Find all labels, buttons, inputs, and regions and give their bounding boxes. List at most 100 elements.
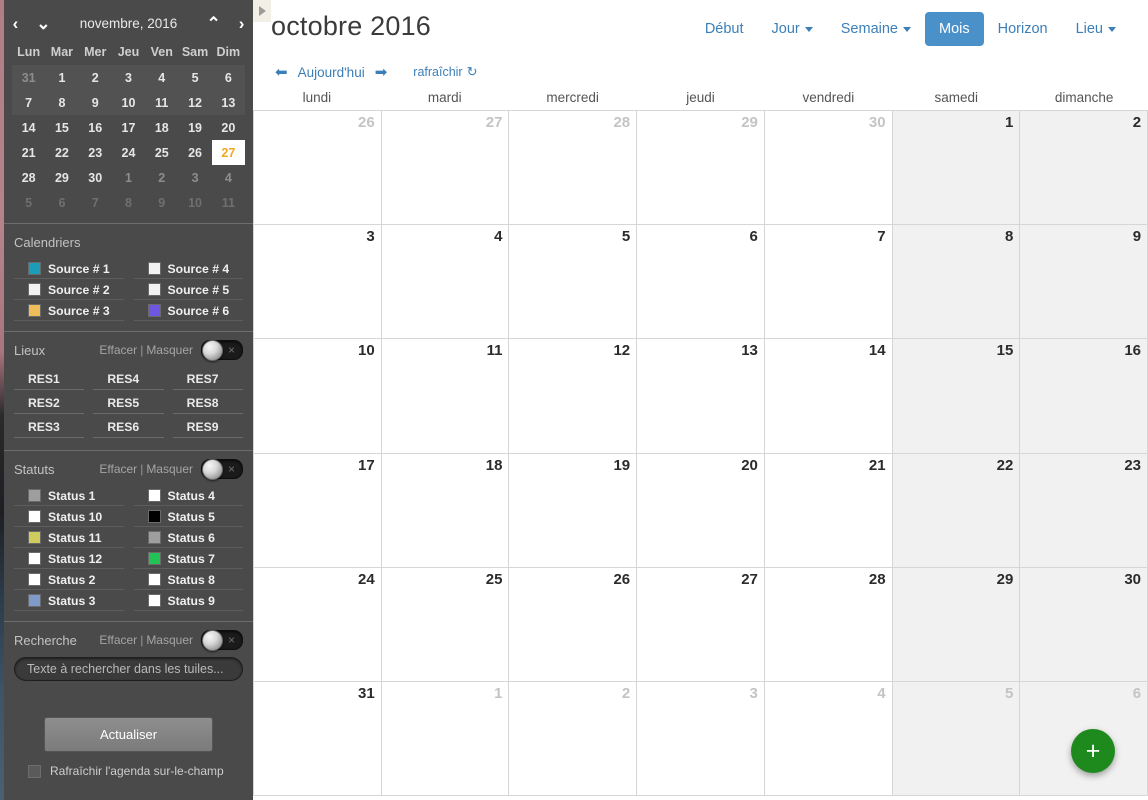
calendar-day-cell[interactable]: 13	[637, 339, 765, 453]
statut-item[interactable]: Status 8	[133, 570, 243, 590]
view-button-mois[interactable]: Mois	[924, 12, 984, 46]
mini-day[interactable]: 7	[79, 190, 112, 215]
mini-day[interactable]: 19	[178, 115, 211, 140]
mini-next-icon[interactable]: ›	[235, 13, 249, 34]
mini-day[interactable]: 5	[12, 190, 45, 215]
statut-item[interactable]: Status 6	[133, 528, 243, 548]
add-event-fab[interactable]: +	[1071, 729, 1115, 773]
calendar-day-cell[interactable]: 26	[509, 567, 638, 681]
calendar-day-cell[interactable]: 2	[1020, 111, 1148, 225]
calendar-day-cell[interactable]: 15	[892, 339, 1021, 453]
calendar-day-cell[interactable]: 18	[382, 453, 510, 567]
mini-day[interactable]: 9	[78, 90, 112, 115]
calendrier-item[interactable]: Source # 3	[14, 301, 124, 321]
mini-day[interactable]: 31	[12, 65, 46, 90]
calendar-day-cell[interactable]: 6	[637, 225, 765, 339]
calendar-day-cell[interactable]: 4	[382, 225, 510, 339]
calendar-day-cell[interactable]: 10	[254, 339, 382, 453]
lieu-item[interactable]: RES5	[93, 393, 164, 414]
mini-day[interactable]: 26	[178, 140, 211, 165]
view-button-semaine[interactable]: Semaine	[827, 12, 925, 46]
statuts-toggle-switch[interactable]: ×	[201, 459, 243, 480]
lieu-item[interactable]: RES7	[172, 369, 243, 390]
statut-item[interactable]: Status 3	[14, 591, 124, 611]
mini-day[interactable]: 14	[12, 115, 45, 140]
calendar-day-cell[interactable]: 29	[892, 567, 1021, 681]
calendar-day-cell[interactable]: 5	[892, 681, 1021, 796]
view-button-lieu[interactable]: Lieu	[1062, 12, 1130, 46]
lieu-item[interactable]: RES8	[172, 393, 243, 414]
statut-item[interactable]: Status 2	[14, 570, 124, 590]
mini-day[interactable]: 4	[145, 65, 179, 90]
actualiser-button[interactable]: Actualiser	[44, 717, 213, 752]
calendar-day-cell[interactable]: 28	[765, 567, 893, 681]
calendar-day-cell[interactable]: 29	[637, 111, 765, 225]
calendar-day-cell[interactable]: 25	[382, 567, 510, 681]
mini-day[interactable]: 7	[12, 90, 46, 115]
calendar-day-cell[interactable]: 1	[382, 681, 510, 796]
lieux-hide-link[interactable]: Masquer	[146, 343, 193, 357]
calendrier-item[interactable]: Source # 6	[133, 301, 243, 321]
mini-day[interactable]: 10	[111, 90, 146, 115]
statuts-clear-link[interactable]: Effacer	[99, 462, 137, 476]
next-period-icon[interactable]: ➡	[371, 63, 392, 81]
statut-item[interactable]: Status 5	[133, 507, 243, 527]
calendar-day-cell[interactable]: 17	[254, 453, 382, 567]
calendar-day-cell[interactable]: 22	[892, 453, 1021, 567]
mini-day[interactable]: 6	[211, 65, 245, 90]
statut-item[interactable]: Status 12	[14, 549, 124, 569]
calendar-day-cell[interactable]: 11	[382, 339, 510, 453]
calendar-day-cell[interactable]: 3	[637, 681, 765, 796]
auto-refresh-row[interactable]: Rafraîchir l'agenda sur-le-champ	[14, 752, 243, 778]
mini-day[interactable]: 22	[45, 140, 78, 165]
mini-day[interactable]: 29	[45, 165, 78, 190]
calendar-day-cell[interactable]: 9	[1020, 225, 1148, 339]
lieu-item[interactable]: RES6	[93, 417, 164, 438]
mini-prev-icon[interactable]: ‹	[9, 13, 23, 34]
lieu-item[interactable]: RES2	[14, 393, 85, 414]
mini-day[interactable]: 25	[145, 140, 178, 165]
mini-day[interactable]: 3	[178, 165, 211, 190]
calendar-day-cell[interactable]: 5	[509, 225, 638, 339]
calendrier-item[interactable]: Source # 4	[133, 259, 243, 279]
lieu-item[interactable]: RES1	[14, 369, 85, 390]
mini-day[interactable]: 10	[178, 190, 211, 215]
mini-day[interactable]: 3	[111, 65, 146, 90]
search-input[interactable]	[14, 657, 243, 681]
calendrier-item[interactable]: Source # 5	[133, 280, 243, 300]
mini-day[interactable]: 6	[45, 190, 78, 215]
sidebar-collapse-handle[interactable]	[253, 0, 271, 22]
view-button-jour[interactable]: Jour	[758, 12, 827, 46]
mini-day[interactable]: 21	[12, 140, 45, 165]
calendar-day-cell[interactable]: 12	[509, 339, 638, 453]
statut-item[interactable]: Status 4	[133, 486, 243, 506]
mini-day[interactable]: 28	[12, 165, 45, 190]
mini-day[interactable]: 8	[45, 90, 79, 115]
mini-day[interactable]: 5	[178, 65, 212, 90]
refresh-link[interactable]: rafraîchir ↻	[407, 64, 483, 80]
statut-item[interactable]: Status 11	[14, 528, 124, 548]
calendar-day-cell[interactable]: 24	[254, 567, 382, 681]
lieux-clear-link[interactable]: Effacer	[99, 343, 137, 357]
mini-day[interactable]: 4	[212, 165, 245, 190]
statut-item[interactable]: Status 7	[133, 549, 243, 569]
mini-day[interactable]: 24	[112, 140, 145, 165]
calendar-day-cell[interactable]: 1	[892, 111, 1021, 225]
mini-day[interactable]: 2	[145, 165, 178, 190]
mini-day[interactable]: 15	[45, 115, 78, 140]
mini-day[interactable]: 12	[178, 90, 212, 115]
calendar-day-cell[interactable]: 4	[765, 681, 893, 796]
prev-period-icon[interactable]: ⬅	[271, 63, 292, 81]
calendrier-item[interactable]: Source # 2	[14, 280, 124, 300]
statuts-hide-link[interactable]: Masquer	[146, 462, 193, 476]
today-button[interactable]: Aujourd'hui	[292, 65, 371, 80]
recherche-hide-link[interactable]: Masquer	[146, 633, 193, 647]
statut-item[interactable]: Status 1	[14, 486, 124, 506]
mini-day[interactable]: 11	[212, 190, 245, 215]
calendar-day-cell[interactable]: 30	[765, 111, 893, 225]
mini-day[interactable]: 13	[211, 90, 245, 115]
calendar-day-cell[interactable]: 3	[254, 225, 382, 339]
calendar-day-cell[interactable]: 16	[1020, 339, 1148, 453]
recherche-toggle-switch[interactable]: ×	[201, 630, 243, 651]
calendar-day-cell[interactable]: 2	[509, 681, 638, 796]
